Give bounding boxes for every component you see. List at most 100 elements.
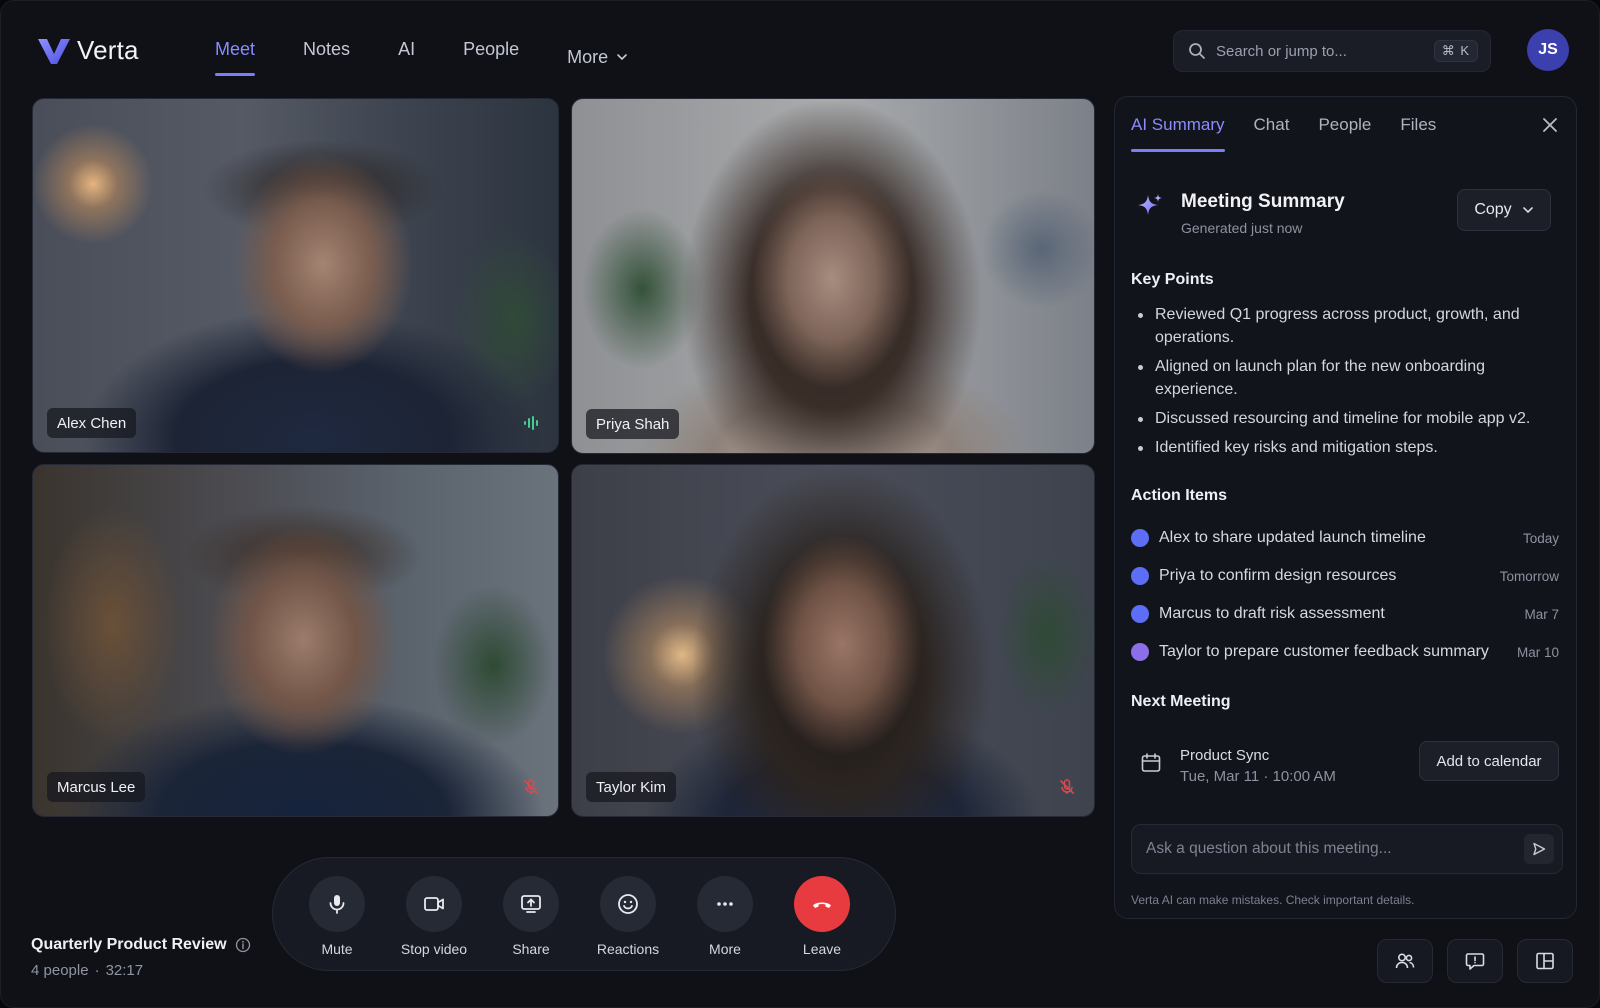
mic-muted-icon: [524, 779, 538, 794]
send-button[interactable]: [1524, 834, 1554, 864]
nav-notes[interactable]: Notes: [303, 37, 350, 77]
user-avatar[interactable]: JS: [1527, 29, 1569, 71]
search-icon: [1189, 43, 1205, 59]
participant-name: Marcus Lee: [47, 772, 146, 802]
action-item-checkbox[interactable]: [1131, 529, 1149, 547]
chat-button[interactable]: [1447, 939, 1503, 983]
meeting-title: Quarterly Product Review: [31, 936, 227, 953]
participant-name: Priya Shah: [586, 409, 680, 439]
action-item-due: Mar 7: [1524, 606, 1559, 622]
reactions-button-circle: [600, 876, 656, 932]
search-placeholder: Search or jump to...: [1216, 42, 1347, 60]
action-item-due: Today: [1522, 530, 1559, 546]
key-point: Reviewed Q1 progress across product, gro…: [1131, 303, 1559, 349]
copy-button[interactable]: Copy: [1457, 189, 1551, 231]
people-count: 4 people: [31, 962, 89, 979]
tab-ai-summary[interactable]: AI Summary: [1131, 115, 1225, 152]
call-controls: Mute Stop video Share Reactions More Lea…: [272, 857, 896, 971]
video-camera-icon: [424, 897, 444, 911]
smiley-icon: [618, 894, 638, 914]
reactions-button[interactable]: Reactions: [588, 876, 668, 957]
action-item-text: Alex to share updated launch timeline: [1159, 529, 1426, 546]
action-item-due: Mar 10: [1516, 644, 1559, 660]
chevron-down-icon: [1522, 207, 1533, 214]
action-item: Taylor to prepare customer feedback summ…: [1131, 633, 1559, 671]
key-point: Identified key risks and mitigation step…: [1131, 436, 1559, 459]
nav-meet[interactable]: Meet: [215, 37, 256, 77]
sparkle-icon: [1138, 194, 1162, 215]
stop-video-label: Stop video: [400, 941, 468, 957]
share-button[interactable]: Share: [491, 876, 571, 957]
top-bar: Verta Meet Notes AI People More Search o…: [1, 1, 1599, 97]
summary-title: Meeting Summary: [1181, 191, 1345, 212]
nav-ai[interactable]: AI: [398, 37, 415, 77]
speaking-indicator-icon: [524, 416, 538, 430]
action-item: Marcus to draft risk assessment Mar 7: [1131, 595, 1559, 633]
key-points-title: Key Points: [1131, 271, 1214, 288]
ask-question-box: [1131, 824, 1563, 874]
ask-question-input[interactable]: [1132, 825, 1512, 873]
participant-name: Alex Chen: [47, 408, 137, 438]
more-label: More: [709, 941, 741, 957]
more-button[interactable]: More: [685, 876, 765, 957]
nav-more-label: More: [567, 47, 609, 67]
next-meeting-card: Product Sync Tue, Mar 11 · 10:00 AM Add …: [1131, 741, 1559, 801]
leave-button[interactable]: Leave: [782, 876, 862, 957]
action-item: Priya to confirm design resources Tomorr…: [1131, 557, 1559, 595]
next-meeting-name: Product Sync: [1180, 747, 1270, 764]
panel-tabs: AI Summary Chat People Files: [1131, 115, 1465, 152]
more-dots-icon: [717, 902, 733, 906]
search-bar[interactable]: Search or jump to... ⌘ K: [1173, 30, 1491, 72]
video-tile-priya[interactable]: Priya Shah: [571, 98, 1095, 454]
action-item-checkbox[interactable]: [1131, 643, 1149, 661]
more-button-circle: [697, 876, 753, 932]
stop-video-button[interactable]: Stop video: [394, 876, 474, 957]
chat-bubble-icon: [1465, 953, 1485, 970]
main-nav: Meet Notes AI People More: [215, 37, 676, 77]
screen-share-icon: [521, 895, 541, 913]
action-item-text: Priya to confirm design resources: [1159, 567, 1397, 584]
info-icon[interactable]: [235, 937, 251, 953]
next-meeting-time: Tue, Mar 11 · 10:00 AM: [1180, 768, 1336, 785]
meeting-info: Quarterly Product Review 4 people · 32:1…: [31, 936, 251, 979]
app-window: Verta Meet Notes AI People More Search o…: [0, 0, 1600, 1008]
copy-label: Copy: [1474, 201, 1512, 218]
app-name: Verta: [77, 35, 139, 65]
mute-button[interactable]: Mute: [297, 876, 377, 957]
action-item-text: Marcus to draft risk assessment: [1159, 605, 1385, 622]
meeting-elapsed: 32:17: [105, 962, 144, 979]
search-shortcut: ⌘ K: [1433, 40, 1478, 62]
nav-people[interactable]: People: [463, 37, 519, 77]
video-tile-marcus[interactable]: Marcus Lee: [32, 464, 559, 817]
leave-button-circle: [794, 876, 850, 932]
mute-label: Mute: [321, 941, 353, 957]
action-item-text: Taylor to prepare customer feedback summ…: [1159, 643, 1489, 660]
layout-button[interactable]: [1517, 939, 1573, 983]
tab-chat[interactable]: Chat: [1254, 115, 1290, 151]
action-item-checkbox[interactable]: [1131, 567, 1149, 585]
meta-separator: ·: [94, 962, 100, 979]
leave-label: Leave: [802, 941, 842, 957]
send-icon: [1533, 842, 1546, 856]
action-item-checkbox[interactable]: [1131, 605, 1149, 623]
app-logo[interactable]: Verta: [37, 35, 139, 66]
mute-button-circle: [309, 876, 365, 932]
action-items-list: Alex to share updated launch timeline To…: [1131, 519, 1559, 671]
participants-button[interactable]: [1377, 939, 1433, 983]
layout-icon: [1536, 952, 1554, 970]
participant-name: Taylor Kim: [586, 772, 677, 802]
add-to-calendar-button[interactable]: Add to calendar: [1419, 741, 1559, 781]
stop-video-button-circle: [406, 876, 462, 932]
verta-logo-icon: [38, 38, 70, 64]
video-tile-alex[interactable]: Alex Chen: [32, 98, 559, 453]
tab-people[interactable]: People: [1318, 115, 1371, 151]
summary-header: Meeting Summary Generated just now Copy: [1135, 189, 1559, 249]
meeting-title-row: Quarterly Product Review: [31, 936, 251, 954]
action-item: Alex to share updated launch timeline To…: [1131, 519, 1559, 557]
tab-files[interactable]: Files: [1400, 115, 1436, 151]
key-point: Discussed resourcing and timeline for mo…: [1131, 407, 1559, 430]
nav-more[interactable]: More: [567, 37, 628, 77]
close-icon[interactable]: [1540, 115, 1560, 135]
people-icon: [1395, 953, 1415, 969]
video-tile-taylor[interactable]: Taylor Kim: [571, 464, 1095, 817]
